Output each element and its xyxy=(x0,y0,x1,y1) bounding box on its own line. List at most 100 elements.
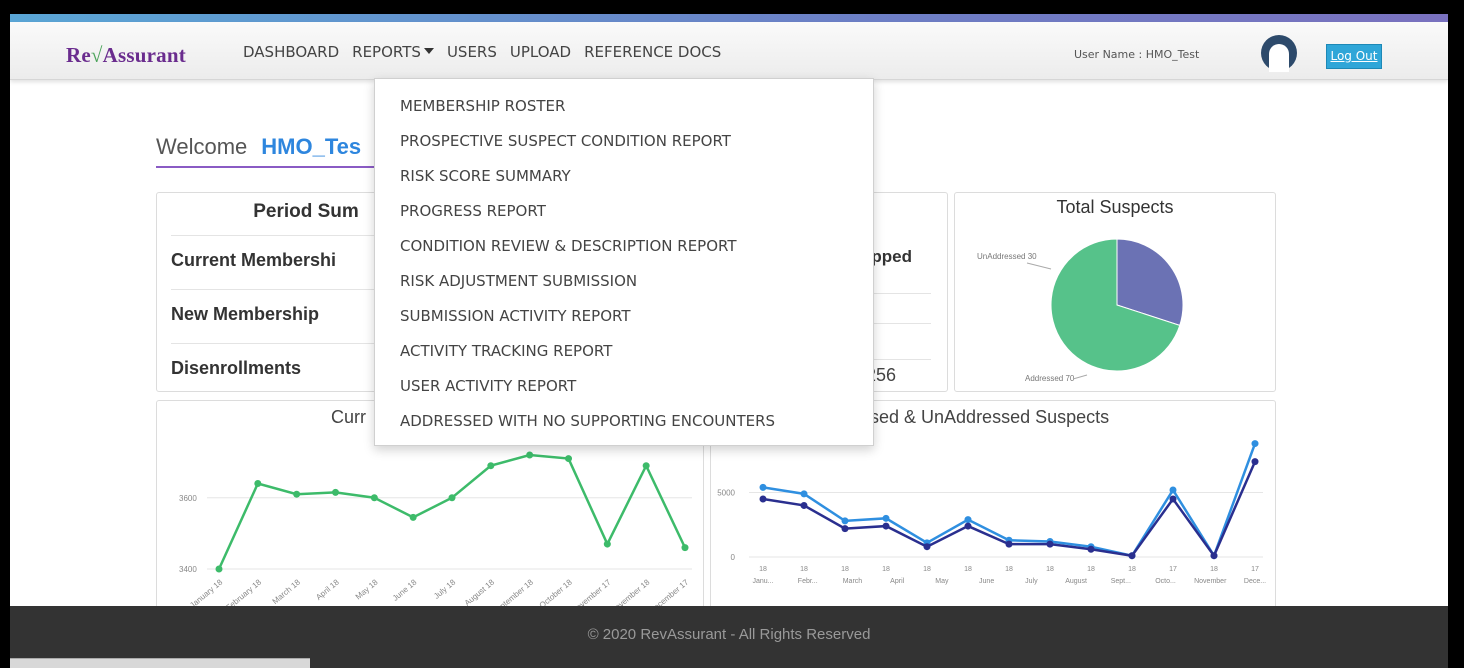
x-year-label: 18 xyxy=(759,566,767,573)
reports-menu-item[interactable]: ADDRESSED WITH NO SUPPORTING ENCOUNTERS xyxy=(375,404,873,439)
reports-menu-item[interactable]: SUBMISSION ACTIVITY REPORT xyxy=(375,299,873,334)
y-tick-label: 0 xyxy=(731,553,736,562)
suspects-point xyxy=(1169,495,1177,503)
membership-point xyxy=(603,540,611,548)
pie-label-leader xyxy=(1072,374,1088,380)
nav-upload[interactable]: UPLOAD xyxy=(510,43,571,61)
footer-copyright: © 2020 RevAssurant - All Rights Reserved xyxy=(587,626,871,643)
membership-point xyxy=(487,462,495,470)
period-summary-title: Period Sum xyxy=(253,201,359,222)
total-suspects-pie-chart: UnAddressed 30 Addressed 70 xyxy=(977,238,1184,383)
suspects-point xyxy=(800,490,808,498)
suspects-point xyxy=(1251,458,1259,466)
nav-reports[interactable]: REPORTS xyxy=(352,43,434,61)
suspects-point xyxy=(759,483,767,491)
membership-point xyxy=(215,565,223,573)
reports-menu-item[interactable]: USER ACTIVITY REPORT xyxy=(375,369,873,404)
membership-point xyxy=(448,494,456,502)
suspects-point xyxy=(882,514,890,522)
membership-point xyxy=(642,462,650,470)
welcome-username: HMO_Tes xyxy=(261,134,362,159)
x-tick-label: Sept... xyxy=(1111,578,1131,585)
reports-menu-item[interactable]: RISK SCORE SUMMARY xyxy=(375,159,873,194)
suspects-point xyxy=(1210,552,1218,560)
x-year-label: 18 xyxy=(1087,566,1095,573)
membership-point xyxy=(293,490,301,498)
x-tick-label: July 18 xyxy=(432,577,458,601)
membership-series-line xyxy=(217,453,687,570)
revassurant-logo[interactable]: Re√Assurant xyxy=(66,43,186,68)
x-year-label: 18 xyxy=(841,566,849,573)
nav-dashboard[interactable]: DASHBOARD xyxy=(243,43,339,61)
pie-label-leader xyxy=(1026,262,1052,270)
suspects-point xyxy=(964,522,972,530)
membership-point xyxy=(370,494,378,502)
user-avatar-icon[interactable] xyxy=(1260,34,1298,72)
x-tick-label: Dece... xyxy=(1244,578,1266,585)
suspects-point xyxy=(1005,540,1013,548)
suspects-point xyxy=(1169,486,1177,494)
suspects-point xyxy=(1251,440,1259,448)
logout-button[interactable]: Log Out xyxy=(1326,44,1382,69)
nav-reference-docs[interactable]: REFERENCE DOCS xyxy=(584,43,721,61)
x-tick-label: June xyxy=(979,578,994,585)
x-tick-label: May 18 xyxy=(354,577,380,601)
welcome-underline xyxy=(156,166,396,168)
reports-menu-item[interactable]: CONDITION REVIEW & DESCRIPTION REPORT xyxy=(375,229,873,264)
x-tick-label: July xyxy=(1025,578,1038,585)
suspects-point xyxy=(1087,545,1095,553)
top-accent-strip xyxy=(10,14,1448,22)
y-tick-label: 5000 xyxy=(717,489,735,498)
x-tick-label: August xyxy=(1065,578,1087,585)
reports-menu-item[interactable]: PROGRESS REPORT xyxy=(375,194,873,229)
x-tick-label: April 18 xyxy=(314,577,341,602)
x-year-label: 17 xyxy=(1251,566,1259,573)
suspects-point xyxy=(964,516,972,524)
membership-point xyxy=(254,480,262,487)
membership-point xyxy=(526,451,534,459)
x-year-label: 18 xyxy=(800,566,808,573)
x-tick-label: August 18 xyxy=(463,577,497,607)
total-suspects-card: Total Suspects UnAddressed 30 Addressed 7… xyxy=(954,192,1276,392)
x-tick-label: Janu... xyxy=(752,578,773,585)
welcome-text: Welcome xyxy=(156,134,248,159)
reports-menu-item[interactable]: ACTIVITY TRACKING REPORT xyxy=(375,334,873,369)
suspects-point xyxy=(759,495,767,503)
username-label: User Name : HMO_Test xyxy=(1074,48,1200,61)
x-tick-label: Febr... xyxy=(798,578,818,585)
reports-menu-item[interactable]: PROSPECTIVE SUSPECT CONDITION REPORT xyxy=(375,124,873,159)
y-tick-label: 3400 xyxy=(179,565,197,574)
app-window: Re√Assurant DASHBOARD REPORTS USERS UPLO… xyxy=(10,14,1448,668)
welcome-heading: Welcome HMO_Tes xyxy=(156,134,361,160)
x-year-label: 18 xyxy=(1210,566,1218,573)
reports-menu-item[interactable]: RISK ADJUSTMENT SUBMISSION xyxy=(375,264,873,299)
nav-users[interactable]: USERS xyxy=(447,43,497,61)
browser-status-bar xyxy=(10,658,310,668)
top-navbar: Re√Assurant DASHBOARD REPORTS USERS UPLO… xyxy=(10,22,1448,80)
x-tick-label: May xyxy=(935,578,949,585)
suspects-point xyxy=(800,501,808,509)
new-membership-label: New Membership xyxy=(171,289,391,325)
suspects-point xyxy=(882,522,890,530)
membership-point xyxy=(565,455,572,463)
suspects-point xyxy=(841,517,849,525)
suspects-point xyxy=(1046,540,1054,548)
reports-dropdown-menu: MEMBERSHIP ROSTER PROSPECTIVE SUSPECT CON… xyxy=(374,78,874,446)
x-year-label: 18 xyxy=(1128,566,1136,573)
membership-point xyxy=(681,544,689,552)
suspects-point xyxy=(1128,552,1136,560)
reports-menu-item[interactable]: MEMBERSHIP ROSTER xyxy=(375,89,873,124)
period-summary-card: Period Sum Current Membershi New Members… xyxy=(156,192,396,392)
x-year-label: 18 xyxy=(964,566,972,573)
x-tick-label: Octo... xyxy=(1155,578,1176,585)
suspects-point xyxy=(841,525,849,533)
x-tick-label: April xyxy=(890,578,904,585)
nav-reports-label: REPORTS xyxy=(352,43,421,61)
x-tick-label: November xyxy=(1194,578,1227,585)
pie-label-unaddressed: UnAddressed 30 xyxy=(977,252,1037,261)
suspects-point xyxy=(923,543,931,551)
disenrollments-label: Disenrollments xyxy=(171,343,391,379)
x-year-label: 17 xyxy=(1169,566,1177,573)
x-year-label: 18 xyxy=(882,566,890,573)
x-tick-label: June 18 xyxy=(391,577,419,603)
